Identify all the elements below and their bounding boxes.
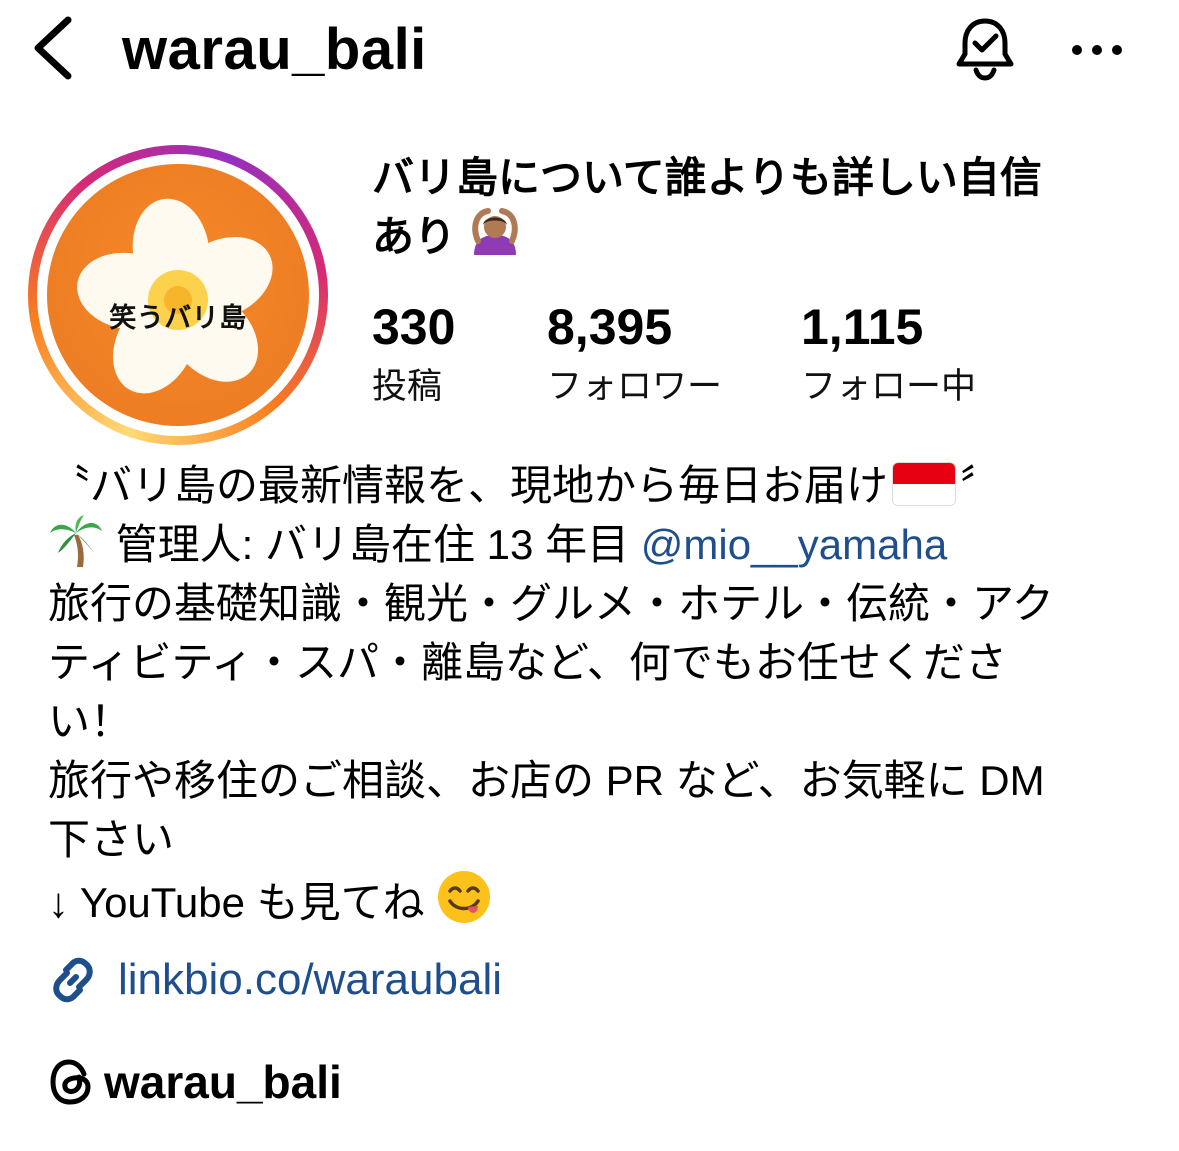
bell-check-icon	[956, 18, 1014, 81]
yum-face-emoji	[438, 871, 491, 923]
more-horizontal-icon	[1072, 45, 1122, 55]
bio-line5: い！	[48, 698, 133, 745]
plumeria-flower-icon	[77, 198, 273, 394]
header-username: warau_bali	[122, 17, 427, 82]
link-chain-icon	[53, 957, 93, 1003]
bio-line3: 旅行の基礎知識・観光・グルメ・ホテル・伝統・アク	[48, 580, 1054, 627]
following-count: 1,115	[801, 299, 924, 355]
bio-line8: ↓ YouTube も見てね	[48, 879, 425, 926]
back-button[interactable]	[22, 10, 82, 86]
following-stat[interactable]: 1,115 フォロー中	[801, 296, 976, 416]
bio-line4: ティビティ・スパ・離島など、何でもお任せくださ	[48, 639, 1007, 686]
profile-avatar[interactable]: 笑うバリ島	[28, 145, 328, 445]
bio-line6: 旅行や移住のご相談、お店の PR など、お気軽に DM	[48, 757, 1045, 804]
threads-badge[interactable]: warau_bali	[48, 1050, 342, 1114]
profile-bio: 〝バリ島の最新情報を、現地から毎日お届け 〞 管理人: バリ島在住 13 年目 @…	[48, 456, 1148, 932]
followers-stat[interactable]: 8,395 フォロワー	[547, 296, 722, 416]
bio-line1: 〝バリ島の最新情報を、現地から毎日お届け	[48, 462, 889, 509]
bio-mention-link[interactable]: @mio__yamaha	[641, 521, 947, 568]
followers-label: フォロワー	[547, 367, 723, 406]
more-options-button[interactable]	[1062, 20, 1132, 80]
bio-line1-end: 〞	[960, 462, 1003, 509]
posts-label: 投稿	[372, 367, 443, 406]
external-link[interactable]: linkbio.co/waraubali	[46, 948, 502, 1012]
threads-handle: warau_bali	[104, 1056, 342, 1108]
profile-display-name: バリ島について誰よりも詳しい自信 あり	[372, 150, 1132, 264]
indonesia-flag-icon	[892, 462, 957, 506]
threads-icon	[50, 1059, 91, 1105]
avatar-logo-text: 笑うバリ島	[109, 303, 247, 333]
display-name-line1: バリ島について誰よりも詳しい自信	[372, 154, 1042, 201]
bio-line2: 管理人: バリ島在住 13 年目	[115, 521, 630, 568]
notifications-button[interactable]	[950, 14, 1020, 84]
woman-gesturing-ok-emoji	[472, 208, 518, 255]
followers-count: 8,395	[547, 299, 673, 355]
link-text: linkbio.co/waraubali	[118, 955, 502, 1004]
palm-tree-icon	[50, 515, 102, 567]
bio-line7: 下さい	[48, 816, 175, 863]
posts-count: 330	[372, 299, 456, 355]
avatar-image: 笑うバリ島	[47, 164, 309, 426]
following-label: フォロー中	[801, 367, 977, 406]
posts-stat[interactable]: 330 投稿	[372, 296, 455, 416]
chevron-left-icon	[34, 16, 72, 80]
display-name-line2: あり	[372, 213, 457, 260]
